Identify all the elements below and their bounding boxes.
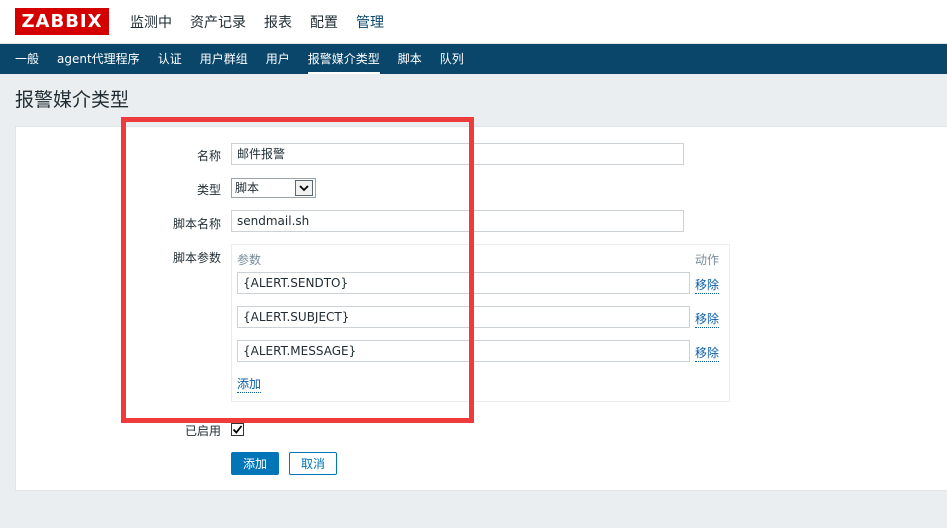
subnav-item-user-groups[interactable]: 用户群组: [191, 44, 257, 74]
param-input-1[interactable]: {ALERT.SENDTO}: [237, 272, 690, 294]
subnav-item-authentication[interactable]: 认证: [149, 44, 191, 74]
name-input[interactable]: 邮件报警: [231, 143, 684, 165]
chevron-down-icon[interactable]: [295, 180, 313, 196]
remove-param-2-link[interactable]: 移除: [695, 310, 720, 328]
subnav-item-media-types[interactable]: 报警媒介类型: [299, 44, 389, 74]
sub-navigation-bar: 一般 agent代理程序 认证 用户群组 用户 报警媒介类型 脚本 队列: [0, 44, 947, 74]
type-label: 类型: [196, 183, 221, 197]
menu-item-configuration[interactable]: 配置: [301, 12, 347, 32]
name-label: 名称: [196, 149, 221, 163]
script-name-label: 脚本名称: [172, 217, 221, 231]
subnav-item-agent-proxies[interactable]: agent代理程序: [48, 44, 149, 74]
cancel-button[interactable]: 取消: [289, 452, 337, 475]
checkmark-icon: [232, 425, 243, 434]
menu-item-reports[interactable]: 报表: [255, 12, 301, 32]
type-select[interactable]: 脚本: [231, 178, 316, 198]
subnav-item-general[interactable]: 一般: [6, 44, 48, 74]
top-navigation-bar: ZABBIX 监测中 资产记录 报表 配置 管理: [0, 0, 947, 44]
subnav-item-users[interactable]: 用户: [257, 44, 299, 74]
add-param-link[interactable]: 添加: [237, 375, 262, 393]
enabled-label: 已启用: [184, 424, 221, 438]
param-input-3[interactable]: {ALERT.MESSAGE}: [237, 340, 690, 362]
params-column-header: 参数: [237, 253, 262, 267]
main-menu: 监测中 资产记录 报表 配置 管理: [121, 0, 393, 44]
script-name-input[interactable]: sendmail.sh: [231, 210, 684, 232]
script-params-label: 脚本参数: [172, 251, 221, 265]
zabbix-logo[interactable]: ZABBIX: [15, 8, 109, 35]
action-column-header: 动作: [695, 253, 720, 267]
remove-param-1-link[interactable]: 移除: [695, 276, 720, 294]
param-input-2[interactable]: {ALERT.SUBJECT}: [237, 306, 690, 328]
remove-param-3-link[interactable]: 移除: [695, 344, 720, 362]
type-select-value: 脚本: [235, 181, 260, 195]
subnav-item-queue[interactable]: 队列: [431, 44, 473, 74]
subnav-item-scripts[interactable]: 脚本: [389, 44, 431, 74]
enabled-checkbox[interactable]: [231, 423, 244, 436]
menu-item-inventory[interactable]: 资产记录: [181, 12, 255, 32]
menu-item-administration[interactable]: 管理: [347, 12, 393, 32]
page-title: 报警媒介类型: [15, 89, 130, 111]
add-button[interactable]: 添加: [231, 452, 279, 475]
menu-item-monitoring[interactable]: 监测中: [121, 12, 181, 32]
